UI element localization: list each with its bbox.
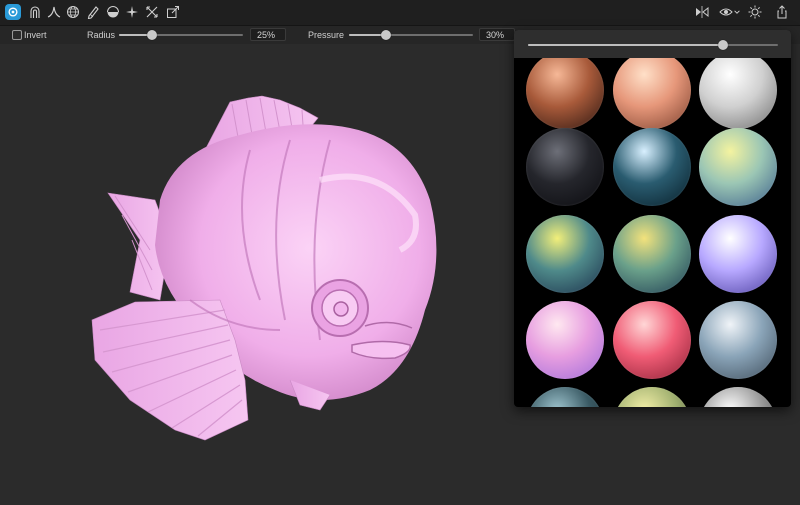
symmetry-icon [696,6,709,18]
clay-tool-button[interactable] [27,4,43,20]
chevron-down-icon [734,10,740,14]
arch-icon [30,6,40,18]
matcap-yellow-banded[interactable] [613,215,691,293]
matcap-teal-bottom[interactable] [526,387,604,407]
eye-icon [719,8,733,16]
matcap-red-pink[interactable] [613,301,691,379]
matcap-blue-sparkle[interactable] [613,128,691,206]
radius-slider[interactable] [119,30,243,40]
matcap-slider-fill [528,44,723,46]
matcap-bronze[interactable] [526,58,604,129]
tail-fin [91,299,249,441]
radius-label: Radius [87,30,116,40]
matcap-silver-blue[interactable] [699,301,777,379]
radius-slider-thumb[interactable] [147,30,158,40]
sparkle-icon [126,6,138,18]
matcap-yellow-bottom[interactable] [613,387,691,407]
transform-tool-button[interactable] [165,4,181,20]
matcap-skin[interactable] [613,58,691,129]
lighting-button[interactable] [747,4,763,20]
arrows-icon [146,6,158,18]
pressure-label: Pressure [308,30,345,40]
pinch-tool-button[interactable] [124,4,140,20]
brush-tool-button[interactable] [5,4,21,20]
sphere-icon [67,6,79,18]
pressure-value-field[interactable]: 30% [479,28,515,41]
matcap-yellow-teal[interactable] [526,215,604,293]
paint-tool-button[interactable] [85,4,101,20]
radius-value-field[interactable]: 25% [250,28,286,41]
matcap-popover [514,30,791,407]
crease-icon [47,6,61,18]
brush-icon [8,7,18,17]
matcap-green-blue[interactable] [699,128,777,206]
invert-checkbox[interactable] [12,30,22,40]
hemisphere-icon [107,6,119,18]
pressure-slider-thumb[interactable] [381,30,392,40]
matcap-lavender[interactable] [699,215,777,293]
matcap-dark-rim[interactable] [526,128,604,206]
flatten-tool-button[interactable] [105,4,121,20]
main-toolbar [0,0,800,26]
matcap-intensity-slider[interactable] [528,40,778,50]
matcap-slider-thumb[interactable] [718,40,728,50]
matcap-chrome-bottom[interactable] [699,387,777,407]
share-button[interactable] [774,4,790,20]
crease-tool-button[interactable] [46,4,62,20]
matcap-pink-pearl[interactable] [526,301,604,379]
matcap-white-clay[interactable] [699,58,777,129]
sun-icon [748,5,762,19]
view-menu-chevron[interactable] [732,4,742,20]
matcap-header [514,30,791,58]
pencil-icon [87,6,99,19]
mouth [351,340,411,360]
symmetry-button[interactable] [694,4,710,20]
move-tool-button[interactable] [144,4,160,20]
share-icon [777,5,787,19]
matcap-grid [514,58,791,407]
transform-icon [167,6,179,18]
inflate-tool-button[interactable] [65,4,81,20]
invert-label: Invert [24,30,47,40]
pressure-slider[interactable] [349,30,473,40]
